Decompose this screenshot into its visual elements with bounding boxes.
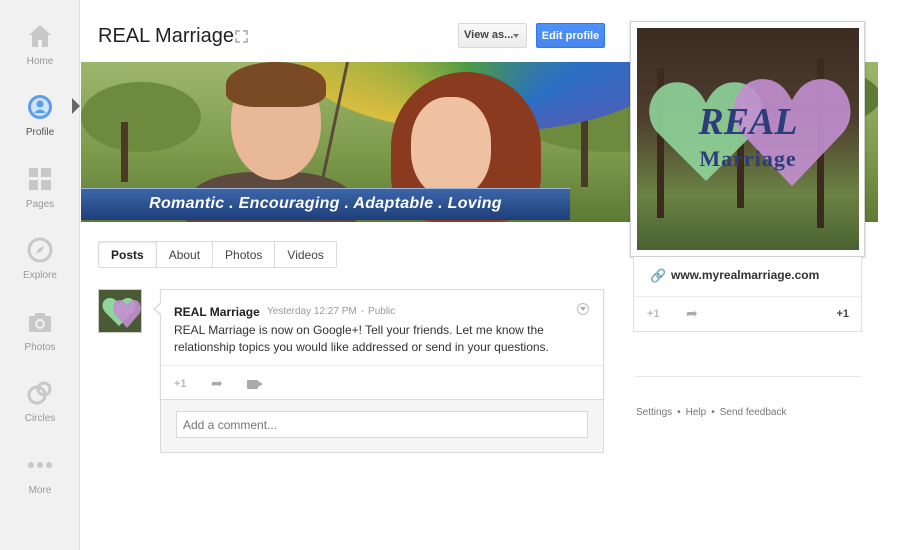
cover-trunk: [121, 122, 128, 182]
pages-icon: [29, 168, 51, 190]
share-icon[interactable]: ➦: [211, 375, 223, 392]
post-timestamp[interactable]: Yesterday 12:27 PM: [267, 306, 357, 317]
link-icon: 🔗: [650, 268, 667, 283]
nav-home[interactable]: Home: [0, 22, 80, 82]
separator-dot: •: [677, 407, 681, 418]
more-dots-icon: [28, 462, 52, 468]
post-menu-icon[interactable]: [577, 303, 589, 315]
plus-one-button[interactable]: +1: [647, 308, 660, 320]
circles-icon: [27, 381, 52, 405]
divider: [634, 296, 861, 297]
nav-photos[interactable]: Photos: [0, 308, 80, 368]
tab-videos[interactable]: Videos: [274, 242, 335, 267]
cover-woman-face: [411, 97, 491, 197]
send-feedback-link[interactable]: Send feedback: [720, 407, 787, 418]
left-navigation: Home Profile Pages Explore Photos Circle…: [0, 0, 80, 550]
post-author-avatar[interactable]: [98, 289, 142, 333]
home-icon: [29, 25, 51, 47]
post-author[interactable]: REAL Marriage: [174, 305, 260, 319]
post-pointer-inner: [155, 303, 162, 315]
nav-profile[interactable]: Profile: [0, 93, 80, 153]
plus-one-count: +1: [836, 308, 849, 320]
avatar-thumbnail-icon: [99, 290, 141, 332]
separator-dot: •: [711, 407, 715, 418]
cover-man-hair: [226, 62, 326, 107]
tab-photos[interactable]: Photos: [212, 242, 274, 267]
help-link[interactable]: Help: [686, 407, 707, 418]
nav-explore[interactable]: Explore: [0, 236, 80, 296]
active-nav-pointer: [72, 98, 80, 114]
tab-posts[interactable]: Posts: [99, 242, 156, 267]
profile-icon: [28, 95, 52, 119]
cover-tagline: Romantic . Encouraging . Adaptable . Lov…: [81, 188, 570, 220]
avatar-text-marriage: Marriage: [699, 146, 797, 171]
chevron-down-icon: [513, 34, 519, 38]
nav-profile-label: Profile: [25, 127, 55, 138]
compass-icon: [27, 237, 53, 263]
sidebar-divider: [635, 376, 861, 377]
share-icon[interactable]: ➦: [686, 305, 698, 322]
edit-profile-button[interactable]: Edit profile: [536, 23, 605, 48]
avatar-text-real: REAL: [698, 101, 798, 143]
separator-dot: -: [360, 306, 365, 317]
post-meta: Yesterday 12:27 PM - Public: [267, 306, 395, 317]
nav-pages[interactable]: Pages: [0, 165, 80, 225]
divider: [161, 365, 603, 366]
post-body: REAL Marriage is now on Google+! Tell yo…: [174, 323, 549, 354]
verify-placeholder-icon: [235, 30, 248, 43]
hangout-video-icon[interactable]: [247, 380, 258, 389]
profile-tabs: Posts About Photos Videos: [98, 241, 337, 268]
website-link[interactable]: www.myrealmarriage.com: [671, 268, 819, 282]
footer-links: Settings • Help • Send feedback: [636, 407, 786, 418]
view-as-button[interactable]: View as...: [458, 23, 527, 48]
profile-photo-card[interactable]: REAL Marriage: [630, 21, 865, 257]
nav-more[interactable]: More: [0, 451, 80, 511]
nav-circles[interactable]: Circles: [0, 379, 80, 439]
tab-about[interactable]: About: [155, 242, 212, 267]
nav-explore-label: Explore: [23, 270, 57, 281]
camera-icon: [29, 313, 51, 332]
nav-pages-label: Pages: [25, 199, 55, 210]
cover-trunk: [581, 117, 588, 187]
post-visibility[interactable]: Public: [368, 306, 395, 317]
profile-link-box: 🔗 www.myrealmarriage.com +1 ➦ +1: [633, 257, 862, 332]
nav-home-label: Home: [26, 56, 54, 67]
post-plus-one-button[interactable]: +1: [174, 378, 187, 390]
comment-input[interactable]: [176, 411, 588, 438]
nav-more-label: More: [28, 485, 52, 496]
page-title: REAL Marriage: [98, 25, 234, 47]
comment-area: [160, 400, 604, 453]
nav-circles-label: Circles: [24, 413, 56, 424]
nav-photos-label: Photos: [24, 342, 56, 353]
post-card: REAL Marriage Yesterday 12:27 PM - Public …: [160, 289, 604, 400]
view-as-label: View as...: [464, 29, 514, 41]
cover-tree: [81, 82, 201, 152]
settings-link[interactable]: Settings: [636, 407, 672, 418]
profile-avatar: REAL Marriage: [637, 28, 859, 250]
